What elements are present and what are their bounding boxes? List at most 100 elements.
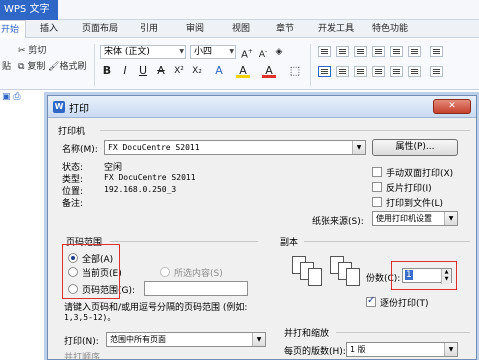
wps-logo-icon: W xyxy=(53,101,65,113)
collate-checkbox[interactable] xyxy=(366,295,376,307)
manual-duplex-checkbox[interactable] xyxy=(372,167,382,177)
chevron-down-icon: ▼ xyxy=(352,141,365,154)
chevron-down-icon: ▼ xyxy=(444,212,457,225)
cut-label: 剪切 xyxy=(28,46,47,56)
font-size-select[interactable]: 小四 ▼ xyxy=(190,45,236,59)
tab-chapter[interactable]: 章节 xyxy=(276,20,294,38)
zoom-group-label: 并打和缩放 xyxy=(284,329,330,339)
close-button[interactable]: ✕ xyxy=(433,99,471,114)
copy-button[interactable]: ⧉ 复制 xyxy=(18,60,45,74)
borders-icon[interactable] xyxy=(430,66,443,77)
title-bar: WPS 文字▼ xyxy=(0,0,479,34)
print-dialog: W 打印 ✕ 打印机 名称(M): FX DocuCentre S2011 ▼ … xyxy=(47,95,477,360)
format-painter-button[interactable]: 🖌格式刷 xyxy=(48,60,86,74)
divider xyxy=(336,332,470,333)
scissors-icon: ✂ xyxy=(18,46,26,56)
printer-name-value: FX DocuCentre S2011 xyxy=(108,143,200,152)
range-highlight-box xyxy=(62,244,120,299)
bullet-list-icon[interactable] xyxy=(318,46,331,57)
page-range-input[interactable] xyxy=(144,281,248,296)
clear-format-icon[interactable]: ◈ xyxy=(272,45,286,59)
manual-duplex-label: 手动双面打印(X) xyxy=(386,169,454,179)
range-selection-radio[interactable] xyxy=(160,267,170,277)
divider xyxy=(110,241,258,242)
superscript-button[interactable]: X² xyxy=(172,64,186,78)
paste-label[interactable]: 贴 xyxy=(2,60,11,74)
subscript-button[interactable]: X₂ xyxy=(190,64,204,78)
save-icon[interactable]: ▣ xyxy=(2,92,11,102)
reverse-print-label: 反片打印(I) xyxy=(386,184,432,194)
collate-label: 逐份打印(T) xyxy=(380,299,429,309)
tab-layout[interactable]: 页面布局 xyxy=(82,20,118,38)
printer-name-select[interactable]: FX DocuCentre S2011 ▼ xyxy=(104,140,366,155)
tab-reference[interactable]: 引用 xyxy=(140,20,158,38)
chevron-down-icon: ▼ xyxy=(252,333,265,346)
pages-per-sheet-label: 每页的版数(H): xyxy=(284,347,346,357)
align-left-icon[interactable] xyxy=(318,66,331,77)
sort-icon[interactable] xyxy=(390,46,403,57)
paper-source-select[interactable]: 使用打印机设置 ▼ xyxy=(372,211,458,226)
pages-per-sheet-select[interactable]: 1 版 ▼ xyxy=(346,342,458,357)
paper-source-label: 纸张来源(S): xyxy=(312,217,364,227)
tab-insert[interactable]: 插入 xyxy=(40,20,58,38)
grow-font-icon[interactable]: A+ xyxy=(240,45,254,60)
strikethrough-button[interactable]: A xyxy=(154,64,168,78)
location-value: 192.168.0.250_3 xyxy=(104,185,177,194)
name-label: 名称(M): xyxy=(62,145,98,155)
underline-button[interactable]: U xyxy=(136,64,150,78)
font-color-button[interactable]: A xyxy=(262,64,276,78)
numbered-list-icon[interactable] xyxy=(336,46,349,57)
comment-label: 备注: xyxy=(62,199,84,209)
chevron-down-icon: ▼ xyxy=(229,48,234,55)
dialog-title-bar: W 打印 ✕ xyxy=(48,96,476,118)
separator xyxy=(310,44,311,86)
brush-icon: 🖌 xyxy=(48,62,60,72)
line-spacing-icon[interactable] xyxy=(408,66,421,77)
decrease-indent-icon[interactable] xyxy=(354,46,367,57)
dialog-title: 打印 xyxy=(69,104,89,115)
highlight-button[interactable]: A xyxy=(236,64,250,78)
tab-view[interactable]: 视图 xyxy=(232,20,250,38)
pages-per-sheet-value: 1 版 xyxy=(350,345,366,354)
shrink-font-icon[interactable]: A- xyxy=(256,45,270,60)
print-what-label: 打印(N): xyxy=(64,337,99,347)
chevron-down-icon: ▼ xyxy=(179,48,184,55)
font-size-value: 小四 xyxy=(194,47,213,57)
reverse-print-checkbox[interactable] xyxy=(372,182,382,192)
char-border-icon[interactable]: ⬚ xyxy=(288,64,302,78)
status-value: 空闲 xyxy=(104,163,123,173)
sheet-icon xyxy=(308,268,322,286)
app-menu-button[interactable]: WPS 文字▼ xyxy=(0,0,58,34)
print-what-select[interactable]: 范围中所有页面 ▼ xyxy=(106,332,266,347)
properties-button[interactable]: 属性(P)... xyxy=(372,139,458,156)
tab-devtools[interactable]: 开发工具 xyxy=(318,20,354,38)
font-name-select[interactable]: 宋体 (正文) ▼ xyxy=(100,45,186,59)
tab-special[interactable]: 特色功能 xyxy=(372,20,408,38)
italic-button[interactable]: I xyxy=(118,64,132,78)
distribute-icon[interactable] xyxy=(390,66,403,77)
increase-indent-icon[interactable] xyxy=(372,46,385,57)
justify-icon[interactable] xyxy=(372,66,385,77)
printer-group-label: 打印机 xyxy=(58,127,86,137)
copy-label: 复制 xyxy=(27,62,46,72)
ribbon: ✂ 剪切 ⧉ 复制 贴 🖌格式刷 宋体 (正文) ▼ 小四 ▼ A+ A- ◈ B … xyxy=(0,38,479,90)
align-center-icon[interactable] xyxy=(336,66,349,77)
copies-highlight-box xyxy=(391,261,457,290)
separator xyxy=(94,44,95,86)
print-what-value: 范围中所有页面 xyxy=(110,335,166,344)
print-icon[interactable]: ⎙ xyxy=(13,92,20,102)
align-right-icon[interactable] xyxy=(354,66,367,77)
show-marks-icon[interactable] xyxy=(408,46,421,57)
tab-review[interactable]: 审阅 xyxy=(186,20,204,38)
text-effect-button[interactable]: A xyxy=(212,64,226,78)
tab-start[interactable]: 开始 xyxy=(0,20,27,38)
shading-icon[interactable] xyxy=(430,46,443,57)
app-title: WPS 文字 xyxy=(4,4,50,15)
cut-button[interactable]: ✂ 剪切 xyxy=(18,44,46,58)
print-order-label: 并打顺序 xyxy=(64,353,101,360)
chevron-down-icon: ▼ xyxy=(444,343,457,356)
type-value: FX DocuCentre S2011 xyxy=(104,173,196,182)
bold-button[interactable]: B xyxy=(100,64,114,78)
print-to-file-checkbox[interactable] xyxy=(372,197,382,207)
range-hint-line2: 1,3,5-12)。 xyxy=(64,313,116,322)
